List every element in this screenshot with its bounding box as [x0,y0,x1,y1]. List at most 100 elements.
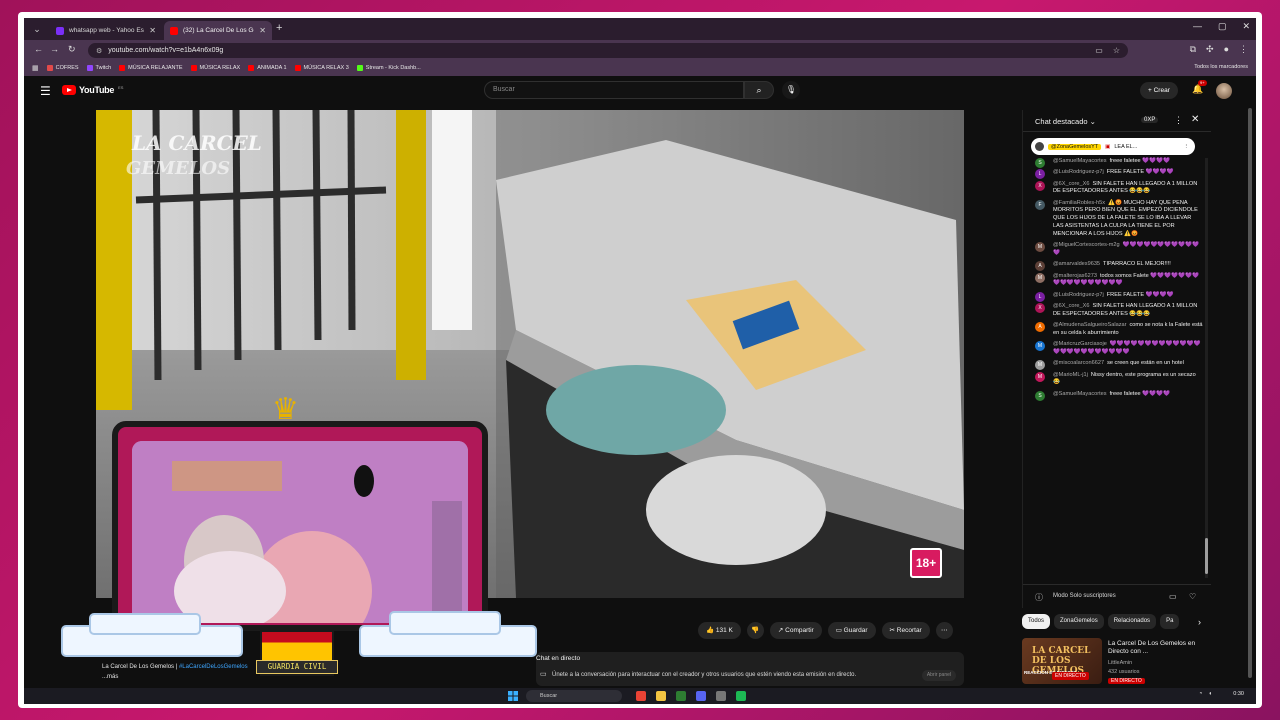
search-input[interactable]: Buscar [484,81,744,99]
chat-author[interactable]: @LuisRodriguez-p7j [1053,169,1104,175]
search-icon[interactable]: ⌕ [744,81,774,99]
pinned-message[interactable]: @ZonaGemelosYT ▣ LEA EL... ⋮ [1031,138,1195,155]
chat-avatar[interactable]: M [1035,360,1045,371]
chat-author[interactable]: @6X_core_X6 [1053,303,1089,309]
chat-author[interactable]: @miscoalarcon6627 [1053,360,1104,366]
description-hashtag[interactable]: #LaCarcelDeLosGemelos [179,664,248,670]
chat-avatar[interactable]: S [1035,158,1045,168]
maximize-icon[interactable]: ▢ [1218,21,1227,32]
save-button[interactable]: ▭ Guardar [827,622,876,639]
close-chat-icon[interactable]: ✕ [1191,114,1199,125]
microphone-icon[interactable]: 🎙 [782,81,800,99]
chat-avatar[interactable]: M [1035,371,1045,382]
chip-partial[interactable]: Pa [1160,614,1180,629]
bookmark-kick[interactable]: Stream - Kick Dashb... [356,65,421,71]
chat-author[interactable]: @malterojas6273 [1053,273,1097,279]
info-icon[interactable]: ⓘ [1035,592,1043,603]
profile-icon[interactable]: ● [1224,44,1229,55]
chat-author[interactable]: @amarvaldes9635 [1053,261,1100,267]
page-scroll-thumb[interactable] [1248,108,1252,678]
bookmark-cofres[interactable]: COFRES [46,65,79,71]
chat-scroll-thumb[interactable] [1205,538,1208,574]
chat-author[interactable]: @SamuelMayacortes [1053,158,1107,164]
chat-message[interactable]: S @SamuelMayacortes freee faletee 💜💜💜💜 [1031,158,1203,168]
chat-author[interactable]: @MaricruzGarciasoje [1053,341,1107,347]
recommended-video[interactable]: LA CARCEL DE LOS GEMELOS REACCIÓN EN DIR… [1022,638,1210,686]
more-actions-button[interactable]: ⋯ [935,622,953,639]
user-avatar[interactable] [1216,83,1232,99]
chat-avatar[interactable]: A [1035,261,1045,272]
chat-message[interactable]: M @MaricruzGarciasoje 💜💜💜💜💜💜💜💜💜💜💜💜💜💜💜💜💜💜💜💜… [1031,341,1203,357]
site-info-icon[interactable]: ⚙ [96,47,102,55]
windows-start-icon[interactable] [508,691,518,701]
chip-all[interactable]: Todos [1022,614,1051,629]
chat-menu-icon[interactable]: ⋮ [1174,115,1183,126]
like-button[interactable]: 👍 131 K [698,622,741,639]
xbox-icon[interactable] [676,691,686,701]
file-explorer-icon[interactable] [656,691,666,701]
chip-related[interactable]: Relacionados [1107,614,1157,629]
bookmark-twitch[interactable]: Twitch [86,65,111,71]
chat-avatar[interactable]: A [1035,322,1045,333]
address-bar[interactable]: ⚙ youtube.com/watch?v=e1bA4n6x09g ▭ ☆ [88,43,1128,58]
chat-message[interactable]: M @malterojas6273 todos somos Falete 💜💜💜💜💜… [1031,272,1203,289]
recommended-title[interactable]: La Carcel De Los Gemelos en Directo con … [1108,640,1208,656]
video-description[interactable]: La Carcel De Los Gemelos | #LaCarcelDeLo… [96,660,526,688]
chip-zonagemelos[interactable]: ZonaGemelos [1054,614,1104,629]
app-icon[interactable] [716,691,726,701]
chat-message[interactable]: S @SamuelMayacortes freee faletee 💜💜💜💜 [1031,390,1203,401]
chat-avatar[interactable]: X [1035,180,1045,191]
bookmark-animada[interactable]: ANIMADA 1 [248,65,287,71]
create-button[interactable]: + Crear [1140,82,1178,99]
chat-message[interactable]: M @miscoalarcon6627 se creen que están en … [1031,360,1203,371]
spotify-icon[interactable] [736,691,746,701]
bookmark-musica-relax[interactable]: MÚSICA RELAX [190,65,240,71]
chat-scrollbar[interactable] [1205,158,1208,578]
close-tab-icon[interactable]: ✕ [149,26,156,35]
wifi-icon[interactable]: ◔ [1199,691,1203,697]
tab-search-icon[interactable]: ⌄ [30,22,44,36]
chat-message[interactable]: L @LuisRodriguez-p7j FREE FALETE 💜💜💜💜 [1031,291,1203,302]
chat-message[interactable]: X @6X_core_X6 SIN FALETE HAN LLEGADO A 1 M… [1031,302,1203,319]
pinned-menu-icon[interactable]: ⋮ [1184,144,1190,150]
page-scrollbar[interactable] [1248,108,1252,688]
chat-mode-dropdown[interactable]: Chat destacado ⌄ [1035,117,1096,126]
recommended-thumbnail[interactable]: LA CARCEL DE LOS GEMELOS REACCIÓN EN DIR… [1022,638,1102,684]
clip-button[interactable]: ✂ Recortar [881,622,930,639]
chat-avatar[interactable]: L [1035,291,1045,302]
chat-author[interactable]: @MiguelCortescortes-m2g [1053,242,1120,248]
recommended-channel[interactable]: LittleAmin [1108,660,1132,666]
chat-message[interactable]: F @FamiliaRobles-h5x ⚠️😡 MUCHO HAY QUE PEN… [1031,199,1203,239]
chat-avatar[interactable]: M [1035,341,1045,352]
chrome-icon[interactable] [636,691,646,701]
chat-avatar[interactable]: F [1035,199,1045,210]
chat-avatar[interactable]: M [1035,242,1045,253]
chat-avatar[interactable]: M [1035,272,1045,283]
chevron-right-icon[interactable]: › [1198,617,1201,627]
volume-icon[interactable]: ◖ [1208,691,1212,697]
tab-whatsapp[interactable]: whatsapp web - Yahoo España ✕ [50,21,162,40]
dislike-button[interactable]: 👎 [746,622,764,639]
taskbar-clock[interactable]: 0:30 [1233,691,1244,697]
chat-message[interactable]: L @LuisRodriguez-p7j FREE FALETE 💜💜💜💜 [1031,169,1203,180]
puzzle-icon[interactable]: ✣ [1206,44,1214,55]
chat-avatar[interactable]: S [1035,390,1045,401]
chat-author[interactable]: @SamuelMayacortes [1053,391,1107,397]
hamburger-menu-icon[interactable]: ☰ [40,84,51,98]
close-window-icon[interactable]: ✕ [1242,21,1250,32]
chat-author[interactable]: @FamiliaRobles-h5x [1053,200,1105,206]
chat-author[interactable]: @AlmudenaSalgueiroSalazar [1053,322,1126,328]
apps-grid-icon[interactable]: ▦ [32,64,39,72]
open-panel-button[interactable]: Abrir panel [921,670,956,681]
forward-icon[interactable]: → [50,44,59,54]
chat-author[interactable]: @6X_core_X6 [1053,181,1089,187]
chat-message[interactable]: X @6X_core_X6 SIN FALETE HAN LLEGADO A 1 M… [1031,180,1203,197]
description-more[interactable]: ...más [102,674,118,680]
close-tab-icon[interactable]: ✕ [259,26,266,35]
heart-icon[interactable]: ♡ [1189,592,1196,601]
all-bookmarks[interactable]: Todos los marcadores [1194,64,1248,70]
bookmark-musica-relax-3[interactable]: MÚSICA RELAX 3 [294,65,349,71]
cast-icon[interactable]: ▭ [1095,46,1103,55]
youtube-logo[interactable]: YouTube ES [62,85,123,95]
chat-summary-icon[interactable]: ▭ [1169,592,1177,601]
